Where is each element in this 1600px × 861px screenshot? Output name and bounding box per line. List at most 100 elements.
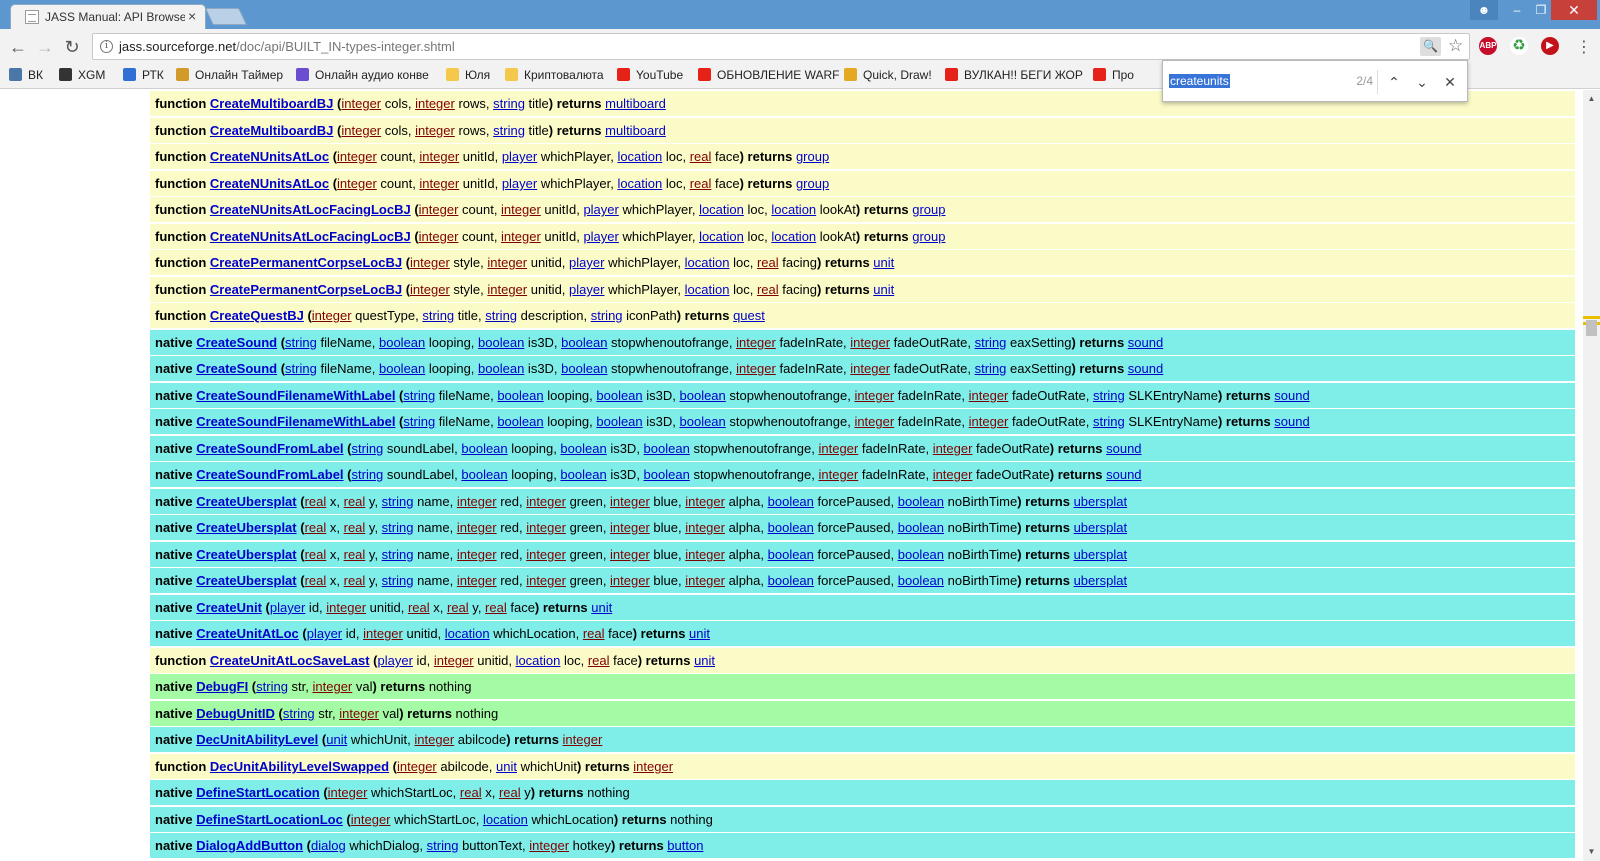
param-type-link[interactable]: integer <box>501 229 541 244</box>
function-name-link[interactable]: DebugFI <box>196 679 248 694</box>
param-type-link[interactable]: boolean <box>561 361 607 376</box>
param-type-link[interactable]: real <box>344 520 366 535</box>
param-type-link[interactable]: integer <box>526 520 566 535</box>
param-type-link[interactable]: boolean <box>768 494 814 509</box>
return-type-link[interactable]: integer <box>633 759 673 774</box>
function-name-link[interactable]: CreatePermanentCorpseLocBJ <box>210 282 402 297</box>
bookmark-item[interactable]: Онлайн аудио конве <box>296 68 429 82</box>
scroll-down-icon[interactable]: ▼ <box>1583 845 1600 859</box>
param-type-link[interactable]: integer <box>341 123 381 138</box>
param-type-link[interactable]: player <box>569 282 604 297</box>
param-type-link[interactable]: real <box>757 282 779 297</box>
param-type-link[interactable]: integer <box>854 388 894 403</box>
function-name-link[interactable]: CreateQuestBJ <box>210 308 304 323</box>
param-type-link[interactable]: string <box>485 308 517 323</box>
param-type-link[interactable]: integer <box>610 494 650 509</box>
param-type-link[interactable]: boolean <box>497 388 543 403</box>
param-type-link[interactable]: integer <box>685 573 725 588</box>
param-type-link[interactable]: integer <box>312 308 352 323</box>
url-text[interactable]: jass.sourceforge.net/doc/api/BUILT_IN-ty… <box>119 39 455 54</box>
scroll-up-icon[interactable]: ▲ <box>1583 92 1600 106</box>
param-type-link[interactable]: integer <box>850 335 890 350</box>
param-type-link[interactable]: location <box>516 653 561 668</box>
function-name-link[interactable]: CreateUbersplat <box>196 547 296 562</box>
return-type-link[interactable]: sound <box>1106 467 1141 482</box>
param-type-link[interactable]: integer <box>415 96 455 111</box>
param-type-link[interactable]: string <box>975 361 1007 376</box>
param-type-link[interactable]: string <box>975 335 1007 350</box>
param-type-link[interactable]: string <box>285 335 317 350</box>
function-name-link[interactable]: DecUnitAbilityLevelSwapped <box>210 759 389 774</box>
return-type-link[interactable]: group <box>796 149 829 164</box>
param-type-link[interactable]: integer <box>526 573 566 588</box>
param-type-link[interactable]: string <box>382 573 414 588</box>
param-type-link[interactable]: integer <box>818 441 858 456</box>
param-type-link[interactable]: string <box>352 467 384 482</box>
param-type-link[interactable]: location <box>445 626 490 641</box>
param-type-link[interactable]: boolean <box>561 335 607 350</box>
param-type-link[interactable]: boolean <box>596 388 642 403</box>
return-type-link[interactable]: sound <box>1106 441 1141 456</box>
green-extension-icon[interactable]: ♻ <box>1510 37 1528 55</box>
param-type-link[interactable]: location <box>617 176 662 191</box>
param-type-link[interactable]: integer <box>610 573 650 588</box>
param-type-link[interactable]: integer <box>414 732 454 747</box>
return-type-link[interactable]: ubersplat <box>1074 494 1127 509</box>
return-type-link[interactable]: unit <box>689 626 710 641</box>
param-type-link[interactable]: real <box>408 600 430 615</box>
youtube-extension-icon[interactable]: ▶ <box>1541 37 1559 55</box>
param-type-link[interactable]: integer <box>457 494 497 509</box>
param-type-link[interactable]: string <box>352 441 384 456</box>
bookmark-item[interactable]: ВК <box>9 68 43 82</box>
param-type-link[interactable]: unit <box>326 732 347 747</box>
bookmark-item[interactable]: XGM <box>59 68 105 82</box>
function-name-link[interactable]: CreateSoundFilenameWithLabel <box>196 388 395 403</box>
param-type-link[interactable]: boolean <box>560 467 606 482</box>
param-type-link[interactable]: string <box>382 547 414 562</box>
param-type-link[interactable]: real <box>344 494 366 509</box>
return-type-link[interactable]: multiboard <box>605 123 666 138</box>
param-type-link[interactable]: integer <box>328 785 368 800</box>
param-type-link[interactable]: boolean <box>768 573 814 588</box>
param-type-link[interactable]: integer <box>410 255 450 270</box>
find-close-icon[interactable]: ✕ <box>1439 70 1461 94</box>
param-type-link[interactable]: location <box>617 149 662 164</box>
param-type-link[interactable]: boolean <box>644 441 690 456</box>
tab-close-icon[interactable]: × <box>188 8 196 24</box>
param-type-link[interactable]: integer <box>363 626 403 641</box>
param-type-link[interactable]: player <box>583 229 618 244</box>
function-name-link[interactable]: DefineStartLocationLoc <box>196 812 343 827</box>
param-type-link[interactable]: player <box>502 176 537 191</box>
function-name-link[interactable]: CreateUnitAtLocSaveLast <box>210 653 370 668</box>
param-type-link[interactable]: real <box>460 785 482 800</box>
param-type-link[interactable]: real <box>757 255 779 270</box>
function-name-link[interactable]: CreateUbersplat <box>196 573 296 588</box>
param-type-link[interactable]: integer <box>850 361 890 376</box>
param-type-link[interactable]: integer <box>457 520 497 535</box>
page-scrollbar[interactable]: ▲ ▼ <box>1583 90 1600 861</box>
bookmark-item[interactable]: Онлайн Таймер <box>176 68 283 82</box>
param-type-link[interactable]: integer <box>933 441 973 456</box>
param-type-link[interactable]: boolean <box>560 441 606 456</box>
return-type-link[interactable]: ubersplat <box>1074 547 1127 562</box>
param-type-link[interactable]: boolean <box>898 547 944 562</box>
profile-icon[interactable]: ☻ <box>1470 0 1498 20</box>
bookmark-item[interactable]: Юля <box>446 68 490 82</box>
param-type-link[interactable]: boolean <box>768 547 814 562</box>
param-type-link[interactable]: integer <box>410 282 450 297</box>
param-type-link[interactable]: integer <box>933 467 973 482</box>
param-type-link[interactable]: real <box>690 149 712 164</box>
param-type-link[interactable]: integer <box>736 361 776 376</box>
bookmark-item[interactable]: Про <box>1093 68 1134 82</box>
param-type-link[interactable]: integer <box>969 414 1009 429</box>
param-type-link[interactable]: integer <box>487 255 527 270</box>
param-type-link[interactable]: player <box>569 255 604 270</box>
bookmark-item[interactable]: РТК <box>123 68 164 82</box>
param-type-link[interactable]: real <box>583 626 605 641</box>
param-type-link[interactable]: dialog <box>311 838 346 853</box>
param-type-link[interactable]: integer <box>326 600 366 615</box>
function-name-link[interactable]: CreateSoundFilenameWithLabel <box>196 414 395 429</box>
function-name-link[interactable]: DebugUnitID <box>196 706 275 721</box>
function-name-link[interactable]: DecUnitAbilityLevel <box>196 732 318 747</box>
param-type-link[interactable]: integer <box>487 282 527 297</box>
